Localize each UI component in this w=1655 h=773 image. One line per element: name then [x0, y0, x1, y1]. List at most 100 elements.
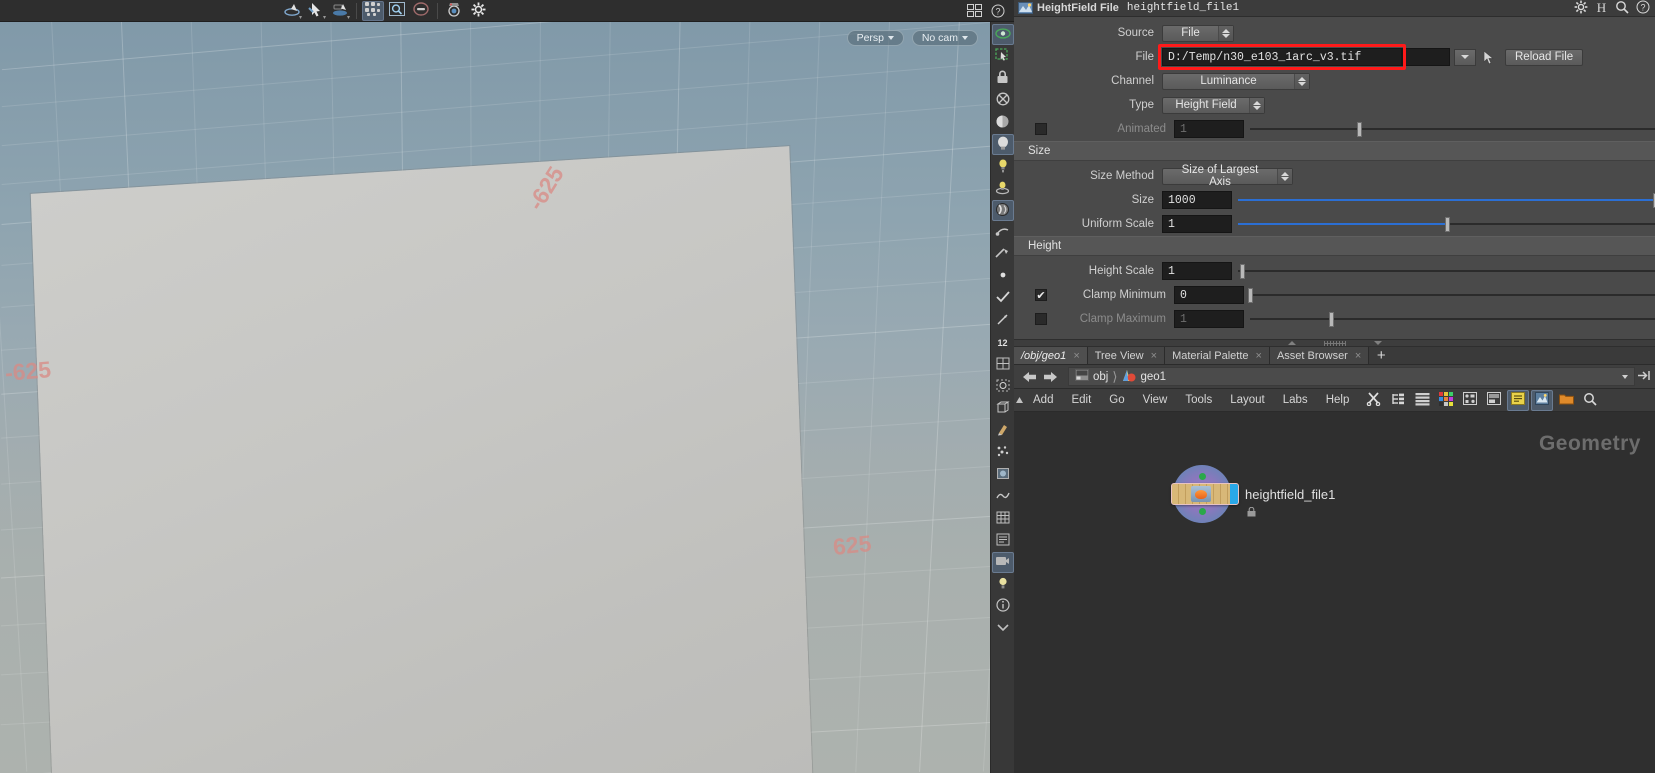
- chevron-down-icon[interactable]: ▾: [323, 15, 326, 21]
- network-node-heightfield-file1[interactable]: heightfield_file1: [1171, 465, 1335, 523]
- help-circle-icon[interactable]: ?: [1636, 0, 1650, 17]
- network-menu-edit[interactable]: Edit: [1062, 394, 1100, 406]
- breadcrumb[interactable]: obj ⟩ geo1: [1068, 367, 1635, 386]
- gear-icon[interactable]: [1574, 0, 1588, 17]
- lock-selection[interactable]: [992, 68, 1014, 89]
- height-scale-parm-slider[interactable]: [1238, 262, 1655, 280]
- disable-selection[interactable]: [992, 90, 1014, 111]
- chevron-updown-icon[interactable]: [1249, 97, 1264, 113]
- chevron-updown-icon[interactable]: [1218, 25, 1233, 41]
- network-menu-help[interactable]: Help: [1317, 394, 1359, 406]
- select-visible-geometry[interactable]: [992, 46, 1014, 67]
- menu-scroll-up[interactable]: [1014, 389, 1024, 411]
- slider-handle[interactable]: [1444, 216, 1450, 232]
- arrow-to-right-icon[interactable]: [1637, 369, 1651, 385]
- breadcrumb-geo1[interactable]: geo1: [1140, 371, 1166, 383]
- animated-parm-field[interactable]: 1: [1174, 120, 1244, 138]
- add-tab-button[interactable]: +: [1369, 347, 1393, 364]
- network-search-icon[interactable]: [1579, 390, 1601, 411]
- fields-display[interactable]: [992, 486, 1014, 507]
- brush-tool[interactable]: [992, 420, 1014, 441]
- chevron-down-icon[interactable]: ▾: [347, 15, 350, 21]
- scene-info[interactable]: [992, 530, 1014, 551]
- file-secondary-field[interactable]: [1402, 48, 1450, 66]
- size-method-menu[interactable]: Size of Largest Axis: [1162, 164, 1293, 188]
- point-light-toggle[interactable]: [992, 156, 1014, 177]
- network-path-bar[interactable]: obj ⟩ geo1: [1014, 365, 1655, 389]
- display-flags-icon[interactable]: [1483, 390, 1505, 411]
- clamp-minimum-parm-checkbox[interactable]: ✔: [1035, 289, 1047, 302]
- handle-select-tool[interactable]: ▾: [305, 1, 327, 21]
- color-palette-icon[interactable]: [1435, 390, 1457, 411]
- uniform-scale-parm-field[interactable]: 1: [1162, 215, 1232, 233]
- hierarchy-icon[interactable]: [1387, 390, 1409, 411]
- handle-move-tool[interactable]: ▾: [281, 1, 303, 21]
- list-layers-icon[interactable]: [1411, 390, 1433, 411]
- camera-view[interactable]: [991, 552, 1014, 573]
- light-probe[interactable]: [992, 574, 1014, 595]
- nav-back-button[interactable]: [1020, 368, 1039, 385]
- viewport-info[interactable]: [992, 596, 1014, 617]
- collapse-sidebar[interactable]: [992, 618, 1014, 639]
- search-icon[interactable]: [1615, 0, 1629, 17]
- file-dropdown-button[interactable]: [1454, 48, 1476, 66]
- node-output-connector[interactable]: [1198, 508, 1206, 515]
- network-menu-view[interactable]: View: [1134, 394, 1177, 406]
- slider-handle[interactable]: [1329, 311, 1334, 327]
- parameter-panel-body[interactable]: Source File File D:/Temp/n30_e103_1arc_v3.t…: [1014, 17, 1655, 339]
- close-icon[interactable]: ×: [1355, 350, 1361, 362]
- chevron-updown-icon[interactable]: [1294, 73, 1309, 89]
- viewport-toolbar[interactable]: ▾ ▾ ▾ ?: [0, 0, 1014, 22]
- light-display[interactable]: [991, 134, 1014, 155]
- houdini-h-icon[interactable]: H: [1595, 0, 1608, 17]
- network-tab-bar[interactable]: /obj/geo1 × Tree View × Material Palette × Ass…: [1014, 347, 1655, 365]
- size-parm-slider[interactable]: [1238, 191, 1655, 209]
- pane-splitter[interactable]: [1014, 339, 1655, 347]
- animated-parm-checkbox[interactable]: [1035, 123, 1047, 135]
- splitter-up-icon[interactable]: [1287, 341, 1296, 345]
- vector-display[interactable]: [992, 310, 1014, 331]
- viewport-camera-selector[interactable]: No cam: [911, 30, 978, 46]
- viewport-view-selector[interactable]: Persp: [846, 30, 904, 46]
- chevron-down-icon[interactable]: ▾: [299, 15, 302, 21]
- reload-file-button[interactable]: Reload File: [1505, 48, 1584, 66]
- slider-handle[interactable]: [1357, 121, 1363, 137]
- height-scale-parm-field[interactable]: 1: [1162, 262, 1232, 280]
- node-input-connector[interactable]: [1198, 473, 1206, 480]
- terrain-plane-geometry[interactable]: [30, 146, 813, 773]
- show-all-objects[interactable]: [362, 0, 384, 21]
- animated-parm-slider[interactable]: [1250, 120, 1655, 138]
- volume-display[interactable]: [992, 464, 1014, 485]
- chevron-updown-icon[interactable]: [1277, 168, 1292, 184]
- breadcrumb-obj[interactable]: obj: [1093, 371, 1108, 383]
- size-section-header[interactable]: Size: [1014, 141, 1655, 161]
- network-editor-canvas[interactable]: Geometry heightfield_file1: [1014, 412, 1655, 773]
- channel-menu[interactable]: Luminance: [1162, 72, 1310, 90]
- zoom-selected[interactable]: [386, 1, 408, 21]
- path-bar-right[interactable]: [1637, 369, 1655, 385]
- parameter-header-actions[interactable]: H ?: [1574, 0, 1655, 17]
- material-display[interactable]: [991, 200, 1014, 221]
- slider-handle[interactable]: [1248, 287, 1253, 303]
- close-icon[interactable]: ×: [1151, 350, 1157, 362]
- splitter-grip[interactable]: [1323, 340, 1346, 346]
- network-menu-tools[interactable]: Tools: [1176, 394, 1221, 406]
- viewport-side-toolbar[interactable]: 12: [990, 22, 1014, 773]
- clamp-maximum-parm-checkbox[interactable]: [1035, 313, 1047, 325]
- view-display-toggle[interactable]: [991, 24, 1014, 45]
- path-history-dropdown[interactable]: [1622, 374, 1628, 379]
- toggle-handles[interactable]: [992, 222, 1014, 243]
- tab-tree-view[interactable]: Tree View ×: [1087, 347, 1166, 364]
- frame-12-marker[interactable]: 12: [992, 332, 1014, 353]
- toggle-guides[interactable]: [992, 244, 1014, 265]
- help-circle-icon[interactable]: ?: [987, 1, 1009, 21]
- viewport-layout-button[interactable]: [963, 1, 985, 21]
- close-icon[interactable]: ×: [1073, 350, 1079, 362]
- notes-icon[interactable]: [1507, 389, 1530, 411]
- node-body[interactable]: [1171, 483, 1239, 505]
- primitive-normals[interactable]: [992, 288, 1014, 309]
- hide-other-objects[interactable]: [410, 1, 432, 21]
- bounding-box[interactable]: [992, 398, 1014, 419]
- tools-scissors-icon[interactable]: [1363, 390, 1385, 411]
- snapping-options[interactable]: [467, 1, 489, 21]
